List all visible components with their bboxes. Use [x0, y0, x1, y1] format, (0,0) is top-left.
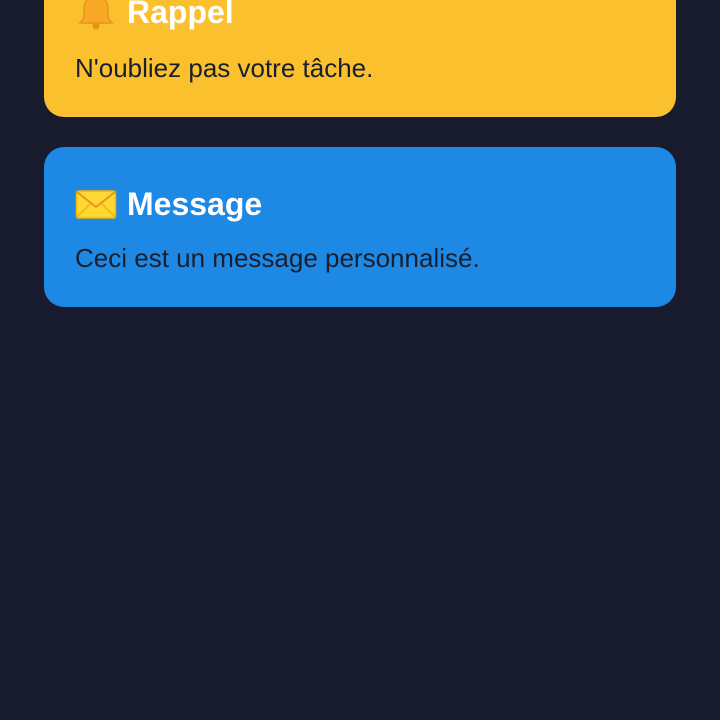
- message-card-header: Message: [75, 184, 262, 224]
- reminder-title: Rappel: [127, 0, 234, 30]
- reminder-card-header: Rappel: [75, 0, 234, 32]
- notification-screen: Rappel N'oubliez pas votre tâche. Messag…: [0, 0, 720, 720]
- message-card[interactable]: Message Ceci est un message personnalisé…: [44, 147, 676, 307]
- reminder-card[interactable]: Rappel N'oubliez pas votre tâche.: [44, 0, 676, 117]
- message-body: Ceci est un message personnalisé.: [75, 243, 480, 273]
- message-title: Message: [127, 186, 263, 222]
- reminder-body: N'oubliez pas votre tâche.: [75, 53, 374, 83]
- bell-icon: [75, 0, 117, 30]
- envelope-icon: [75, 186, 117, 222]
